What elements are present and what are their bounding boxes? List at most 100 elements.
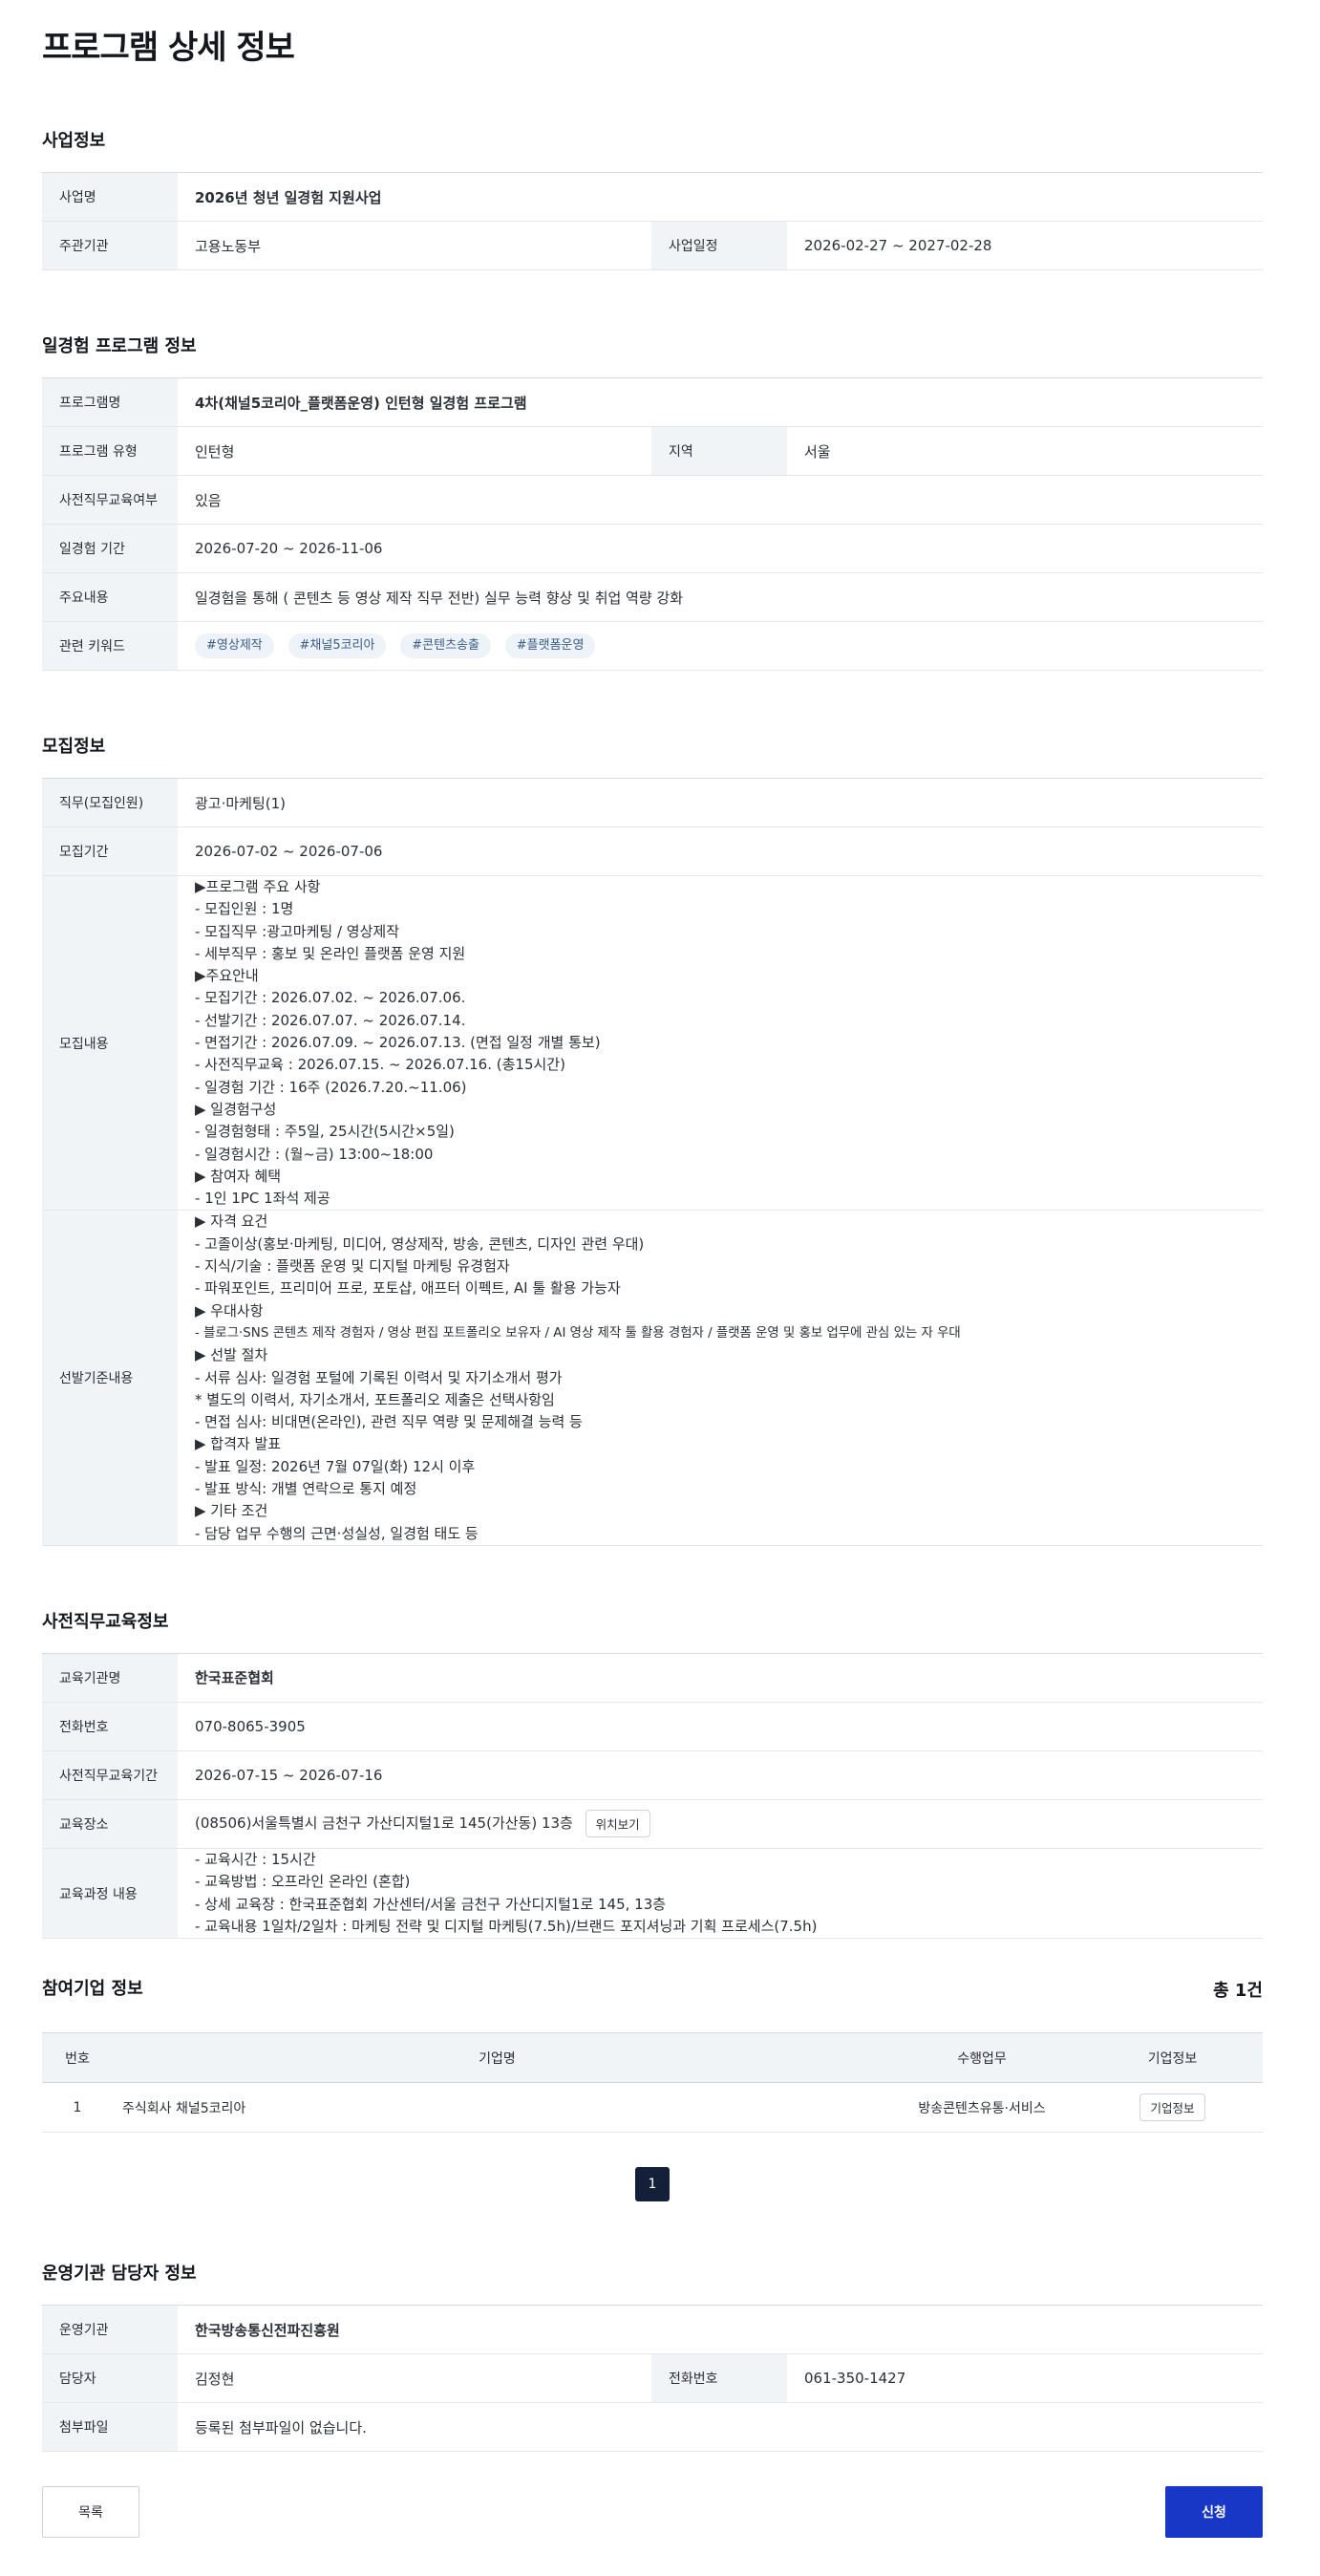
page-number-button[interactable]: 1 [635,2167,670,2202]
recruit-content-line: - 일경험 기간 : 16주 (2026.7.20.~11.06) [195,1078,467,1096]
column-header-number: 번호 [42,2032,113,2084]
recruit-section-title: 모집정보 [42,737,106,757]
program-period-label: 일경험 기간 [42,524,178,573]
companies-section-header: 참여기업 정보 총 1건 [42,1977,1263,2002]
recruit-criteria-label: 선발기준내용 [42,1210,178,1546]
operator-org-label: 운영기관 [42,2305,178,2355]
recruit-content: ▶프로그램 주요 사항 - 모집인원 : 1명 - 모집직무 :광고마케팅 / … [178,875,1263,1212]
program-pretraining-label: 사전직무교육여부 [42,475,178,525]
recruit-criteria-line: - 면접 심사: 비대면(온라인), 관련 직무 역량 및 문제해결 능력 등 [195,1413,583,1431]
education-table: 교육기관명 한국표준협회 전화번호 070-8065-3905 사전직무교육기간… [42,1652,1263,1940]
program-section-title: 일경험 프로그램 정보 [42,336,197,356]
operator-section-title: 운영기관 담당자 정보 [42,2264,197,2285]
education-course-line: - 교육내용 1일차/2일차 : 마케팅 전략 및 디지털 마케팅(7.5h)/… [195,1917,818,1935]
program-period: 2026-07-20 ~ 2026-11-06 [178,524,1263,573]
keyword-tag[interactable]: #콘텐츠송출 [400,633,491,658]
education-place-cell: (08506)서울특별시 금천구 가산디지털1로 145(가산동) 13층 위치… [178,1799,1263,1849]
program-content: 일경험을 통해 ( 콘텐츠 등 영상 제작 직무 전반) 실무 능력 향상 및 … [178,572,1263,622]
business-org: 고용노동부 [178,221,651,270]
companies-table: 번호 기업명 수행업무 기업정보 1 주식회사 채널5코리아 방송콘텐츠유통·서… [42,2032,1263,2134]
recruit-criteria-line: ▶ 자격 요건 [195,1213,268,1231]
program-region-label: 지역 [651,426,787,476]
recruit-criteria-line: - 고졸이상(홍보·마케팅, 미디어, 영상제작, 방송, 콘텐츠, 디자인 관… [195,1234,645,1253]
education-period-label: 사전직무교육기간 [42,1750,178,1800]
operator-manager: 김정현 [178,2353,651,2404]
recruit-criteria-line: - 발표 방식: 개별 연락으로 통지 예정 [195,1480,417,1498]
program-table: 프로그램명 4차(채널5코리아_플랫폼운영) 인턴형 일경험 프로그램 프로그램… [42,377,1263,671]
recruit-content-line: - 선발기간 : 2026.07.07. ~ 2026.07.14. [195,1011,466,1029]
operator-section: 운영기관 담당자 정보 운영기관 한국방송통신전파진흥원 담당자 김정현 전화번… [42,2263,1263,2453]
map-view-button[interactable]: 위치보기 [585,1810,650,1838]
company-info-button[interactable]: 기업정보 [1139,2093,1205,2122]
program-section: 일경험 프로그램 정보 프로그램명 4차(채널5코리아_플랫폼운영) 인턴형 일… [42,335,1263,671]
program-keywords: #영상제작 #채널5코리아 #콘텐츠송출 #플랫폼운영 [178,621,1263,671]
company-name: 주식회사 채널5코리아 [113,2082,882,2134]
business-section: 사업정보 사업명 2026년 청년 일경험 지원사업 주관기관 고용노동부 사업… [42,130,1263,270]
education-course-line: - 교육시간 : 15시간 [195,1850,316,1868]
program-region: 서울 [787,426,1263,476]
recruit-criteria-line: - 발표 일정: 2026년 7월 07일(화) 12시 이후 [195,1457,476,1475]
keyword-tag[interactable]: #영상제작 [195,633,274,658]
companies-total-count: 총 1건 [1213,1981,1263,2002]
operator-file-label: 첨부파일 [42,2402,178,2453]
program-type: 인턴형 [178,426,651,476]
recruit-content-line: ▶주요안내 [195,967,259,985]
recruit-content-line: - 세부직무 : 홍보 및 온라인 플랫폼 운영 지원 [195,944,466,962]
operator-manager-label: 담당자 [42,2353,178,2404]
operator-phone-label: 전화번호 [651,2353,787,2404]
keyword-tag[interactable]: #플랫폼운영 [504,633,596,658]
education-org-label: 교육기관명 [42,1653,178,1703]
operator-file: 등록된 첨부파일이 없습니다. [178,2402,1263,2453]
education-course: - 교육시간 : 15시간 - 교육방법 : 오프라인 온라인 (혼합) - 상… [178,1848,1263,1940]
education-place-label: 교육장소 [42,1799,178,1849]
recruit-job: 광고·마케팅(1) [178,778,1263,827]
recruit-criteria-line: - 지식/기술 : 플랫폼 운영 및 디지털 마케팅 유경험자 [195,1257,510,1276]
operator-table: 운영기관 한국방송통신전파진흥원 담당자 김정현 전화번호 061-350-14… [42,2305,1263,2453]
education-course-line: - 교육방법 : 오프라인 온라인 (혼합) [195,1873,411,1891]
business-period: 2026-02-27 ~ 2027-02-28 [787,221,1263,270]
program-pretraining: 있음 [178,475,1263,525]
business-section-title: 사업정보 [42,131,106,151]
recruit-content-line: ▶프로그램 주요 사항 [195,878,321,895]
recruit-period: 2026-07-02 ~ 2026-07-06 [178,826,1263,876]
keyword-tag[interactable]: #채널5코리아 [287,633,387,658]
education-course-line: - 상세 교육장 : 한국표준협회 가산센터/서울 금천구 가산디지털1로 14… [195,1895,667,1913]
recruit-content-line: - 사전직무교육 : 2026.07.15. ~ 2026.07.16. (총1… [195,1056,565,1074]
recruit-criteria: ▶ 자격 요건 - 고졸이상(홍보·마케팅, 미디어, 영상제작, 방송, 콘텐… [178,1210,1263,1546]
program-detail-page: 프로그램 상세 정보 사업정보 사업명 2026년 청년 일경험 지원사업 주관… [0,0,1320,2576]
business-table: 사업명 2026년 청년 일경험 지원사업 주관기관 고용노동부 사업일정 20… [42,172,1263,270]
education-course-label: 교육과정 내용 [42,1848,178,1940]
business-period-label: 사업일정 [651,221,787,270]
recruit-criteria-line: - 담당 업무 수행의 근면·성실성, 일경험 태도 등 [195,1524,479,1542]
company-task: 방송콘텐츠유통·서비스 [882,2082,1082,2134]
apply-button[interactable]: 신청 [1165,2486,1263,2539]
column-header-company-info: 기업정보 [1082,2032,1263,2084]
education-org: 한국표준협회 [178,1653,1263,1703]
operator-phone: 061-350-1427 [787,2353,1263,2404]
recruit-content-line: - 일경험시간 : (월~금) 13:00~18:00 [195,1145,434,1163]
list-button[interactable]: 목록 [42,2486,139,2539]
recruit-content-line: - 1인 1PC 1좌석 제공 [195,1190,330,1208]
recruit-job-label: 직무(모집인원) [42,778,178,827]
recruit-content-label: 모집내용 [42,875,178,1212]
page-title: 프로그램 상세 정보 [42,29,295,67]
program-content-label: 주요내용 [42,572,178,622]
program-name: 4차(채널5코리아_플랫폼운영) 인턴형 일경험 프로그램 [178,377,1263,427]
recruit-section: 모집정보 직무(모집인원) 광고·마케팅(1) 모집기간 2026-07-02 … [42,736,1263,1546]
table-row: 1 주식회사 채널5코리아 방송콘텐츠유통·서비스 기업정보 [42,2082,1263,2134]
recruit-table: 직무(모집인원) 광고·마케팅(1) 모집기간 2026-07-02 ~ 202… [42,778,1263,1546]
recruit-content-line: - 모집직무 :광고마케팅 / 영상제작 [195,922,399,940]
education-phone: 070-8065-3905 [178,1702,1263,1751]
program-name-label: 프로그램명 [42,377,178,427]
companies-section: 참여기업 정보 총 1건 번호 기업명 수행업무 기업정보 1 주식회사 채널5… [42,1977,1263,2202]
recruit-content-line: - 모집인원 : 1명 [195,900,294,918]
program-keywords-label: 관련 키워드 [42,621,178,671]
company-info-cell: 기업정보 [1082,2082,1263,2134]
recruit-criteria-line: ▶ 우대사항 [195,1301,264,1320]
education-place: (08506)서울특별시 금천구 가산디지털1로 145(가산동) 13층 [195,1814,573,1833]
operator-org: 한국방송통신전파진흥원 [178,2305,1263,2355]
education-period: 2026-07-15 ~ 2026-07-16 [178,1750,1263,1800]
recruit-criteria-line: ▶ 선발 절차 [195,1346,268,1364]
footer-buttons: 목록 신청 [42,2486,1263,2539]
recruit-criteria-line: * 별도의 이력서, 자기소개서, 포트폴리오 제출은 선택사항임 [195,1390,555,1408]
